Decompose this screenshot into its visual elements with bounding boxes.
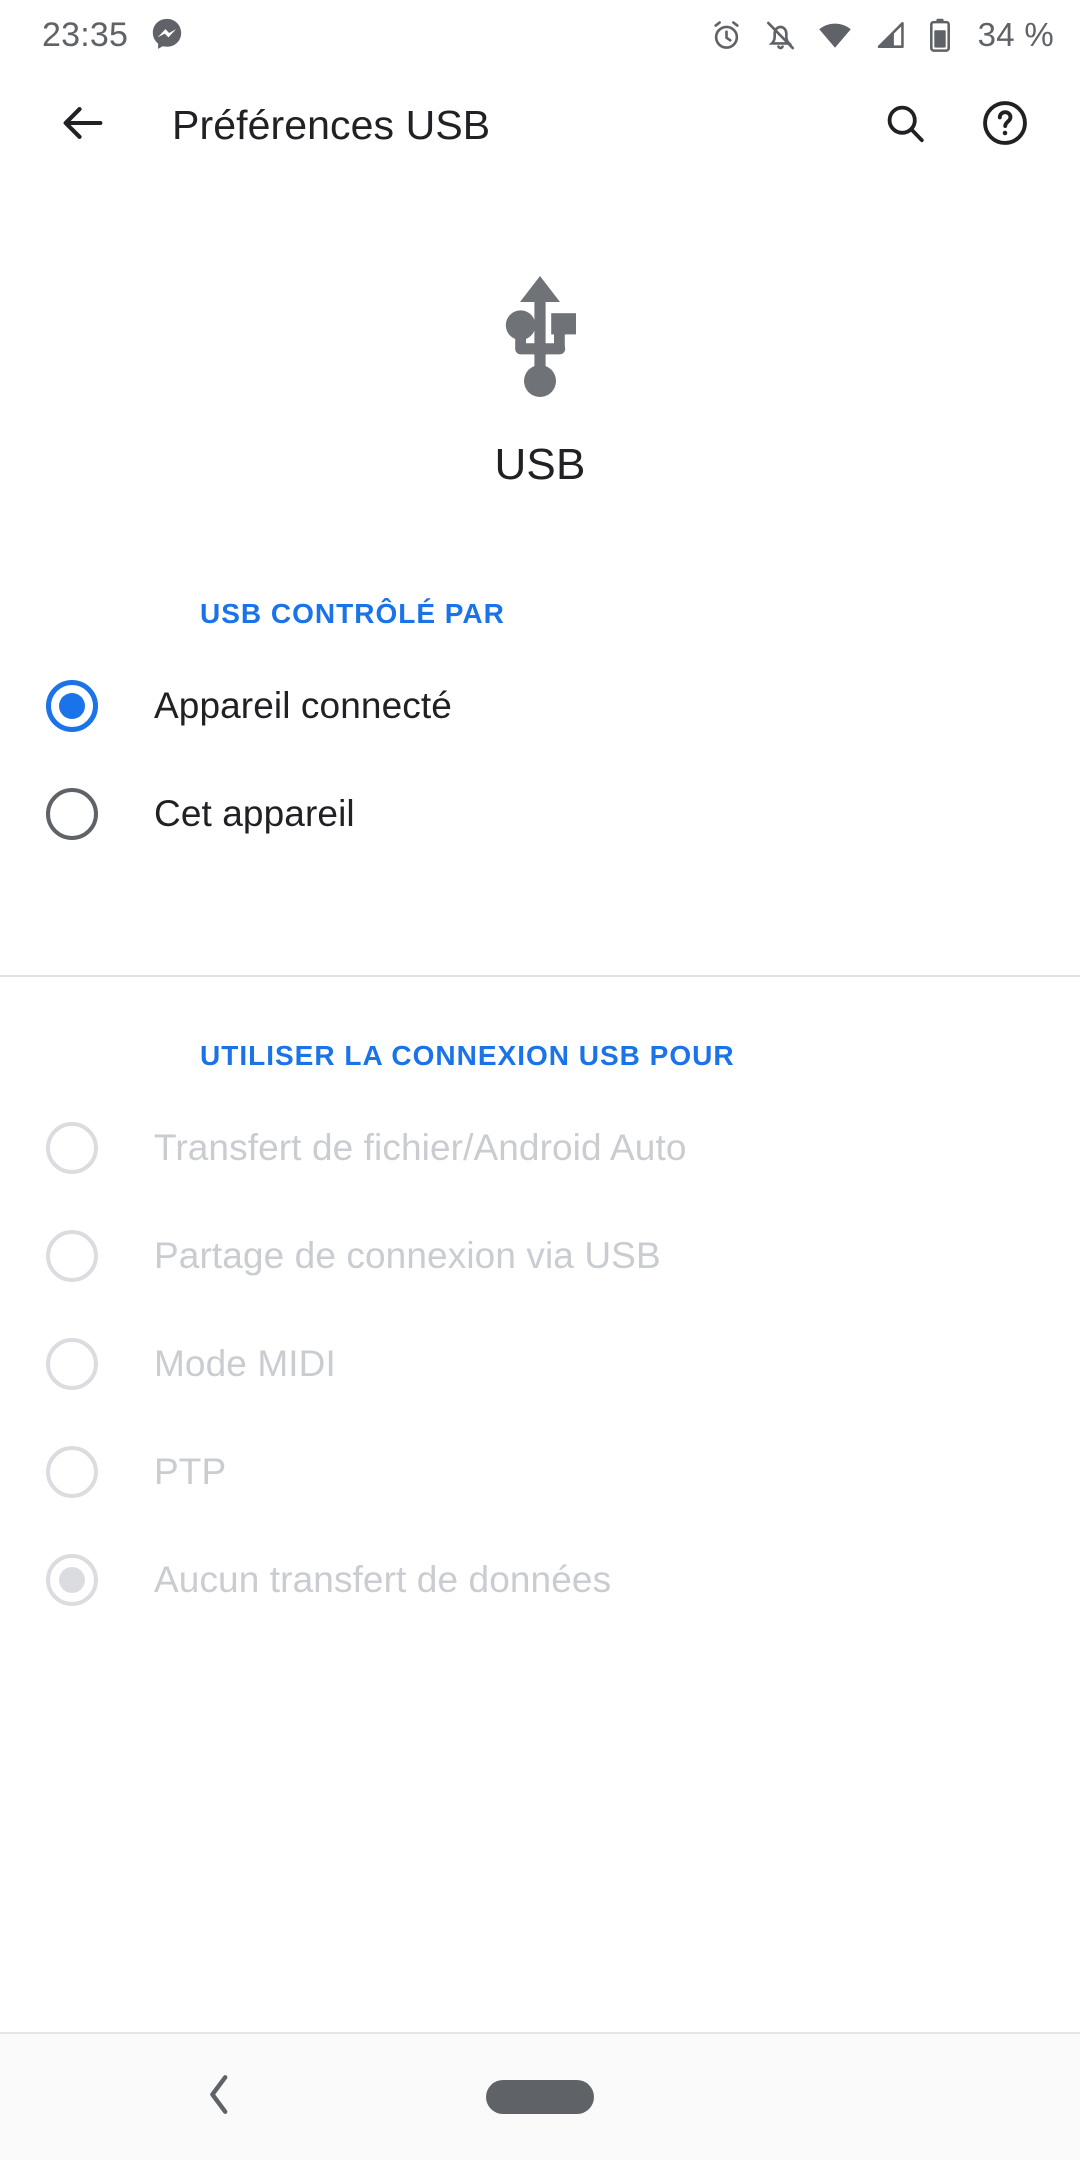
radio-option-ptp: PTP [0,1418,1080,1526]
radio-option-label: Aucun transfert de données [154,1559,612,1600]
system-navigation-bar [0,2032,1080,2160]
section-title-usb-controlled-by: USB CONTRÔLÉ PAR [200,598,505,629]
radio-icon[interactable] [46,680,98,732]
radio-option-cet-appareil[interactable]: Cet appareil [0,760,1080,868]
section-divider [0,975,1080,977]
usb-hero-label: USB [494,440,586,489]
nav-home-pill[interactable] [486,2080,594,2114]
section-title-use-usb-for: UTILISER LA CONNEXION USB POUR [200,1040,735,1071]
radio-group-usb-controlled-by: Appareil connecté Cet appareil [0,652,1080,868]
nav-back-button[interactable] [200,2071,238,2124]
radio-option-label: Cet appareil [154,793,355,834]
radio-icon[interactable] [46,788,98,840]
radio-option-appareil-connecte[interactable]: Appareil connecté [0,652,1080,760]
radio-icon [46,1230,98,1282]
usb-hero: USB [0,180,1080,490]
search-icon [881,99,929,152]
radio-option-label: Appareil connecté [154,685,452,726]
page-title: Préférences USB [172,101,491,148]
radio-group-use-usb-for: Transfert de fichier/Android Auto Partag… [0,1094,1080,1634]
app-bar: Préférences USB [0,70,1080,180]
radio-icon [46,1554,98,1606]
radio-option-label: Transfert de fichier/Android Auto [154,1127,687,1168]
alarm-icon [709,18,744,53]
radio-option-file-transfer: Transfert de fichier/Android Auto [0,1094,1080,1202]
search-button[interactable] [868,88,942,162]
radio-icon [46,1446,98,1498]
radio-option-no-data-transfer: Aucun transfert de données [0,1526,1080,1634]
back-button[interactable] [46,88,120,162]
help-icon [979,97,1031,154]
radio-option-label: Mode MIDI [154,1343,336,1384]
cell-signal-icon [872,17,908,53]
battery-percentage: 34 % [977,16,1054,53]
usb-icon [0,276,1080,398]
radio-option-midi: Mode MIDI [0,1310,1080,1418]
help-button[interactable] [968,88,1042,162]
status-bar: 23:35 34 % [0,0,1080,70]
radio-option-usb-tethering: Partage de connexion via USB [0,1202,1080,1310]
messenger-icon [150,16,184,55]
status-clock: 23:35 [42,15,129,54]
battery-icon [927,17,953,53]
section-usb-controlled-by: USB CONTRÔLÉ PAR Appareil connecté Cet a… [0,598,1080,868]
usb-preferences-screen: 23:35 34 % Préférences USB USB USB CONTR… [0,0,1080,2160]
radio-icon [46,1338,98,1390]
section-use-usb-for: UTILISER LA CONNEXION USB POUR Transfert… [0,1040,1080,1634]
status-notification-icons [150,16,184,55]
status-system-icons: 34 % [709,16,1054,54]
radio-option-label: PTP [154,1451,227,1492]
radio-option-label: Partage de connexion via USB [154,1235,661,1276]
radio-icon [46,1122,98,1174]
wifi-icon [817,17,853,53]
bell-muted-icon [763,18,798,53]
back-arrow-icon [57,97,109,154]
